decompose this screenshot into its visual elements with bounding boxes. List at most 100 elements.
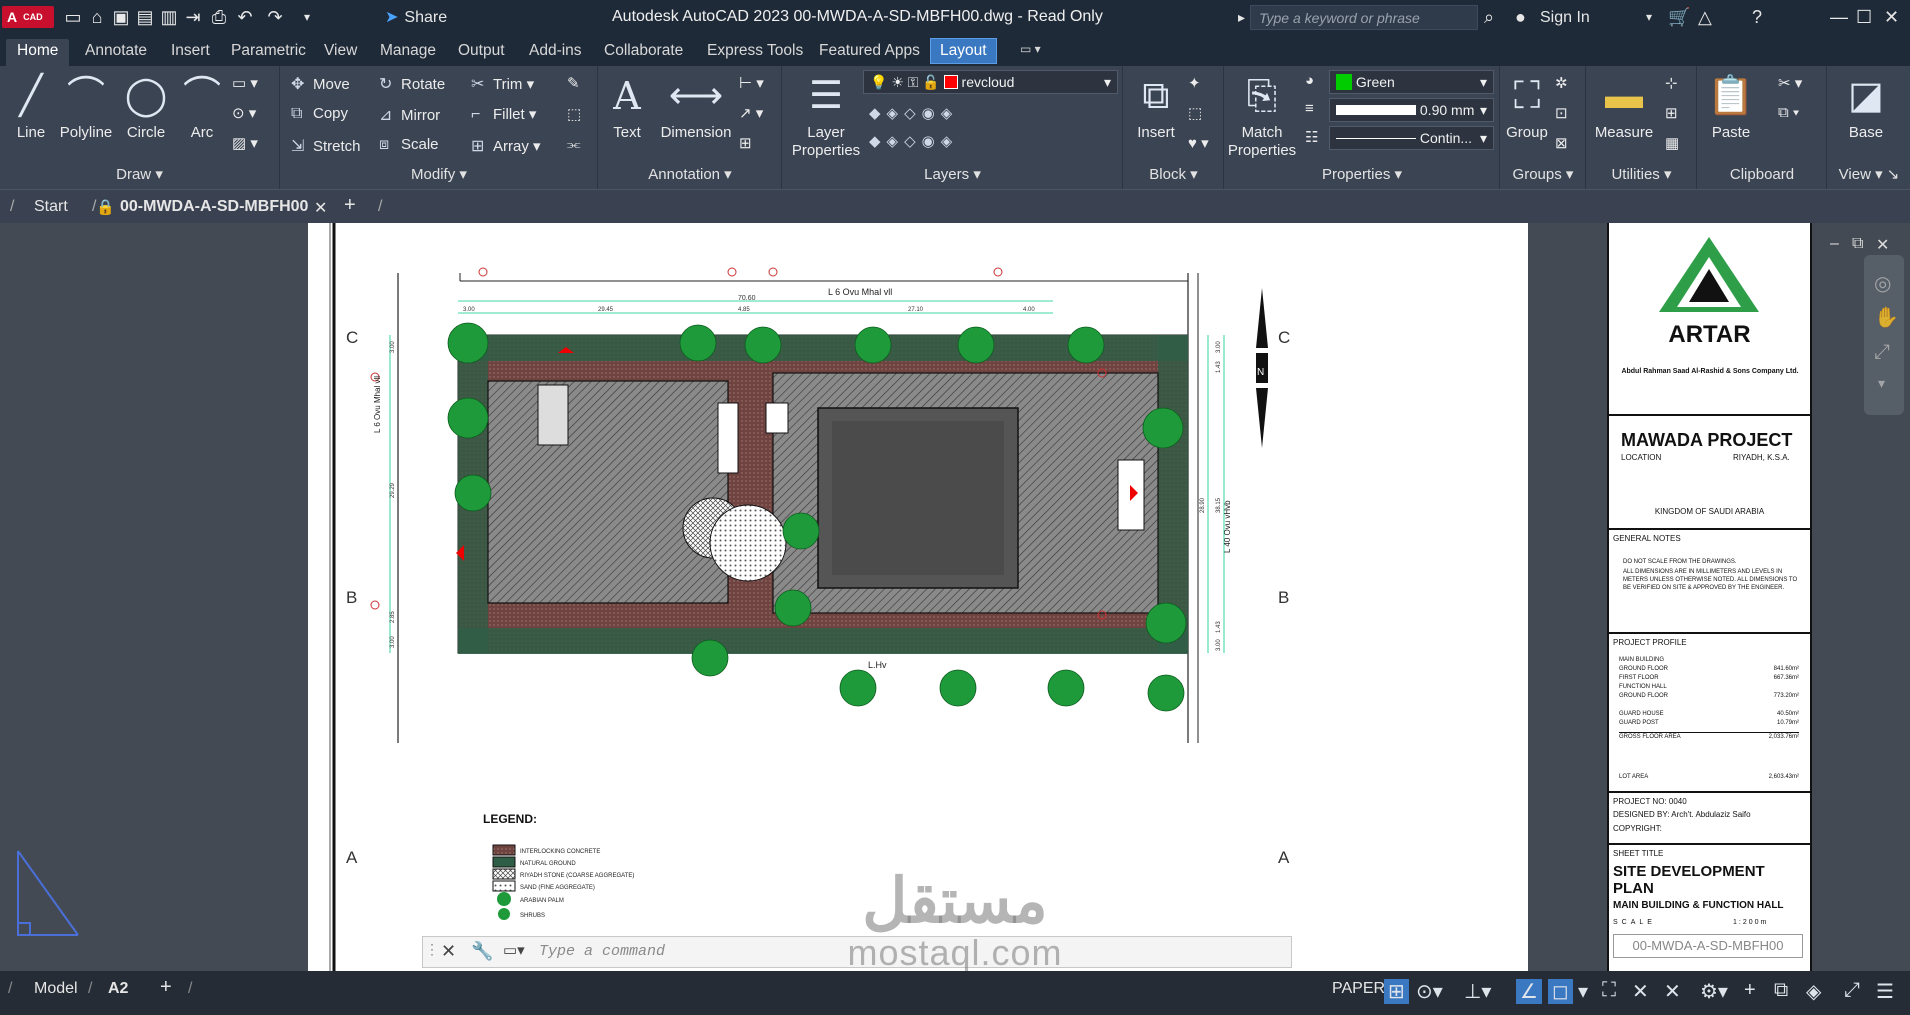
arc-button[interactable]: ⌒ Arc xyxy=(180,66,224,142)
help-icon[interactable]: ? xyxy=(1752,6,1762,28)
polar-icon[interactable]: ∠ xyxy=(1516,979,1542,1004)
ungroup-icon[interactable]: ✲ xyxy=(1555,74,1568,92)
gradient-icon[interactable]: ▨ ▾ xyxy=(232,134,258,152)
command-line[interactable]: ⋮ ✕ 🔧 ▭▾ Type a command xyxy=(422,936,1292,968)
hatch-icon[interactable]: ⊙ ▾ xyxy=(232,104,256,122)
new-file-icon[interactable]: ▭ xyxy=(62,6,84,28)
paste-button[interactable]: 📋 Paste xyxy=(1704,66,1758,142)
viewport-close-icon[interactable]: ✕ xyxy=(1876,235,1889,255)
fillet-button[interactable]: ⌐ Fillet ▾ xyxy=(471,105,536,124)
command-input[interactable]: Type a command xyxy=(539,943,665,960)
view-panel-label[interactable]: View ▾ ↘ xyxy=(1828,165,1910,183)
search-expand-icon[interactable]: ▸ xyxy=(1238,6,1245,28)
model-tab[interactable]: Model xyxy=(34,980,78,998)
draw-panel-label[interactable]: Draw ▾ xyxy=(0,165,279,183)
clipboard-panel-label[interactable]: Clipboard xyxy=(1698,166,1826,183)
sign-in-dropdown-icon[interactable]: ▾ xyxy=(1646,6,1652,28)
create-block-icon[interactable]: ✦ xyxy=(1188,74,1201,92)
annotation-scale-icon[interactable]: ✕ xyxy=(1632,979,1649,1004)
osnap-icon[interactable]: ◻ xyxy=(1548,979,1573,1004)
layer-properties-button[interactable]: ☰ Layer Properties xyxy=(789,66,863,160)
id-point-icon[interactable]: ⊹ xyxy=(1665,74,1678,92)
close-icon[interactable]: ✕ xyxy=(1884,6,1899,28)
tab-add-ins[interactable]: Add-ins xyxy=(529,42,582,60)
drawing-workspace[interactable]: C B A C B A 70.60 3.00 29.45 4.85 27.10 … xyxy=(0,223,1910,971)
plot-icon[interactable]: ⎙ xyxy=(208,6,230,28)
redo-icon[interactable]: ↷ xyxy=(264,6,286,28)
command-grip-icon[interactable]: ⋮ xyxy=(425,941,439,958)
polyline-button[interactable]: ⌒ Polyline xyxy=(56,66,116,142)
base-button[interactable]: ◪ Base xyxy=(1834,66,1898,142)
search-input[interactable]: Type a keyword or phrase xyxy=(1250,5,1478,30)
block-panel-label[interactable]: Block ▾ xyxy=(1124,165,1223,183)
command-close-icon[interactable]: ✕ xyxy=(441,941,456,962)
tab-annotate[interactable]: Annotate xyxy=(85,42,147,60)
new-tab-button[interactable]: + xyxy=(344,194,356,217)
rectangle-icon[interactable]: ▭ ▾ xyxy=(232,74,258,92)
layer-dropdown[interactable]: 💡 ☀ ⚿ 🔓 revcloud ▾ xyxy=(863,70,1118,94)
group-select-icon[interactable]: ⊠ xyxy=(1555,134,1568,152)
navigation-bar[interactable]: ◎ ✋ ⤢ ▾ xyxy=(1864,255,1904,415)
search-icon[interactable]: ⌕ xyxy=(1484,6,1494,28)
tab-manage[interactable]: Manage xyxy=(380,42,436,60)
tab-view[interactable]: View xyxy=(324,42,357,60)
qat-dropdown-icon[interactable]: ▾ xyxy=(296,6,318,28)
export-icon[interactable]: ⇥ xyxy=(182,6,204,28)
layers-panel-label[interactable]: Layers ▾ xyxy=(783,165,1122,183)
offset-icon[interactable]: ⫘ xyxy=(567,136,581,153)
close-tab-icon[interactable]: ✕ xyxy=(314,198,327,218)
annotation-panel-label[interactable]: Annotation ▾ xyxy=(599,165,781,183)
line-button[interactable]: ╱ Line xyxy=(10,66,52,142)
measure-button[interactable]: ▬ Measure xyxy=(1591,66,1657,142)
copy-button[interactable]: ⧉ Copy xyxy=(291,105,348,123)
circle-button[interactable]: ◯ Circle xyxy=(122,66,170,142)
save-icon[interactable]: ▣ xyxy=(110,6,132,28)
copy-clip-icon[interactable]: ⧉ ▾ xyxy=(1778,104,1799,121)
hardware-accel-icon[interactable]: ◈ xyxy=(1806,979,1821,1004)
quick-select-icon[interactable]: ⊞ xyxy=(1665,104,1678,122)
leader-icon[interactable]: ↗ ▾ xyxy=(739,104,763,122)
paper-sheet[interactable]: C B A C B A 70.60 3.00 29.45 4.85 27.10 … xyxy=(308,223,1812,971)
text-button[interactable]: A Text xyxy=(607,66,647,142)
erase-icon[interactable]: ✎ xyxy=(567,74,580,92)
sign-in-button[interactable]: Sign In xyxy=(1540,9,1590,27)
utilities-panel-label[interactable]: Utilities ▾ xyxy=(1587,165,1696,183)
pan-icon[interactable]: ✋ xyxy=(1874,305,1899,330)
match-properties-button[interactable]: ⎘ Match Properties xyxy=(1227,66,1297,160)
save-as-icon[interactable]: ▤ xyxy=(134,6,156,28)
minimize-icon[interactable]: — xyxy=(1830,6,1848,28)
move-button[interactable]: ✥ Move xyxy=(291,74,350,94)
tab-parametric[interactable]: Parametric xyxy=(231,42,306,60)
cut-icon[interactable]: ✂ ▾ xyxy=(1778,74,1802,92)
calculator-icon[interactable]: ▦ xyxy=(1665,134,1679,152)
tab-active-drawing[interactable]: 00-MWDA-A-SD-MBFH00 xyxy=(120,198,308,216)
dimension-button[interactable]: ⟷ Dimension xyxy=(657,66,735,142)
linear-dim-icon[interactable]: ⊢ ▾ xyxy=(739,74,764,92)
zoom-extents-icon[interactable]: ⤢ xyxy=(1874,341,1890,364)
plus-icon[interactable]: + xyxy=(1744,979,1756,1002)
group-button[interactable]: ⛶ Group xyxy=(1505,66,1549,142)
osnap-dropdown-icon[interactable]: ▾ xyxy=(1578,979,1588,1004)
tab-featured-apps[interactable]: Featured Apps xyxy=(819,42,920,60)
snap-icon[interactable]: ⊙▾ xyxy=(1416,979,1443,1004)
grid-icon[interactable]: ⊞ xyxy=(1384,979,1409,1004)
workspace-gear-icon[interactable]: ⚙▾ xyxy=(1700,979,1728,1004)
ortho-icon[interactable]: ⊥▾ xyxy=(1464,979,1491,1004)
lineweight-dropdown[interactable]: 0.90 mm ▾ xyxy=(1329,98,1494,122)
color-dropdown[interactable]: Green ▾ xyxy=(1329,70,1494,94)
groups-panel-label[interactable]: Groups ▾ xyxy=(1501,165,1585,183)
layout-tab-a2[interactable]: A2 xyxy=(108,980,128,998)
stretch-button[interactable]: ⇲ Stretch xyxy=(291,136,361,156)
layer-tools-row-2[interactable]: ◆◈◇◉◈ xyxy=(869,132,958,150)
tab-insert[interactable]: Insert xyxy=(171,42,210,60)
drawing-canvas[interactable]: C B A C B A 70.60 3.00 29.45 4.85 27.10 … xyxy=(308,223,1298,971)
add-layout-button[interactable]: + xyxy=(160,976,172,999)
paper-space-toggle[interactable]: PAPER xyxy=(1332,980,1385,998)
scale-button[interactable]: ⧈ Scale xyxy=(379,136,439,154)
ribbon-minimize-icon[interactable]: ▭ ▾ xyxy=(1020,42,1041,56)
steering-wheel-icon[interactable]: ◎ xyxy=(1874,271,1891,296)
nav-dropdown-icon[interactable]: ▾ xyxy=(1878,375,1885,392)
edit-block-icon[interactable]: ⬚ xyxy=(1188,104,1202,122)
block-attributes-icon[interactable]: ♥ ▾ xyxy=(1188,134,1209,152)
group-edit-icon[interactable]: ⊡ xyxy=(1555,104,1568,122)
